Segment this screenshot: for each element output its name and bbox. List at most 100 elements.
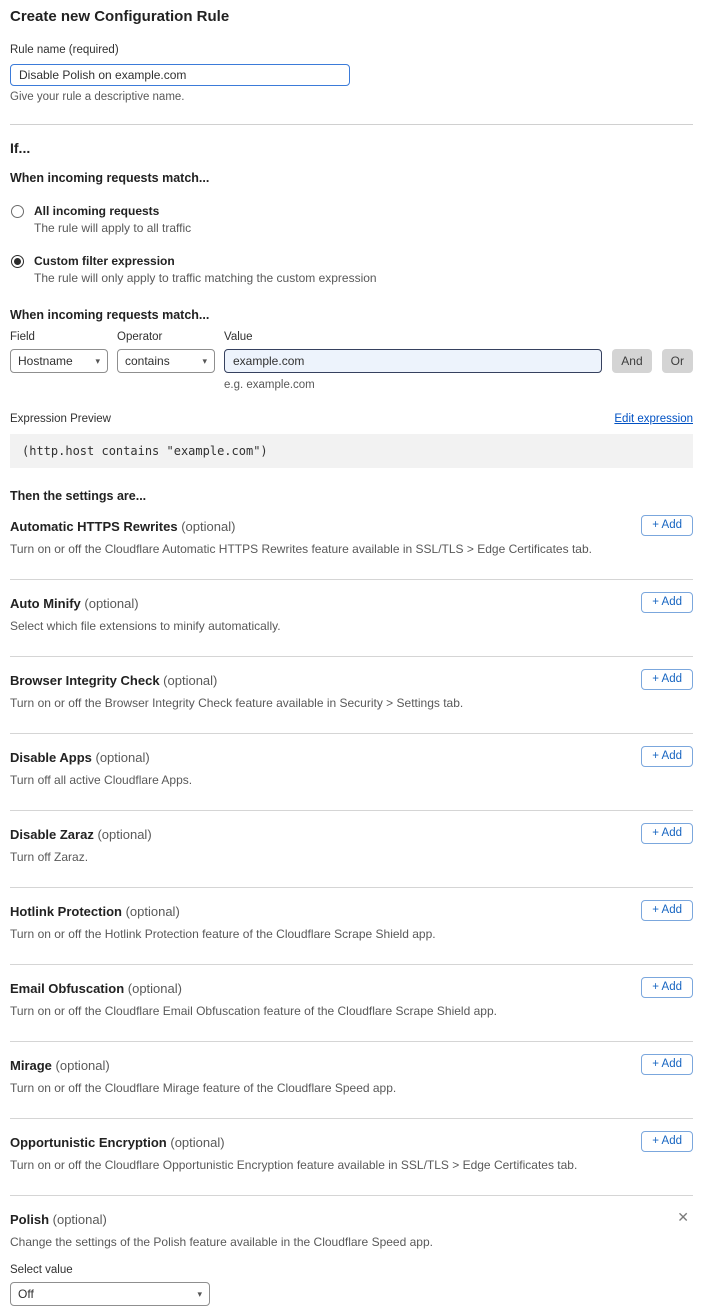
rule-name-section: Rule name (required) Give your rule a de…: [10, 40, 693, 103]
radio-button-icon[interactable]: [11, 255, 24, 268]
setting-title: Mirage (optional): [10, 1058, 693, 1073]
add-setting-button[interactable]: + Add: [641, 515, 693, 536]
section-divider: [10, 124, 693, 125]
setting-optional-tag: (optional): [126, 904, 180, 919]
radio-button-icon[interactable]: [11, 205, 24, 218]
setting-description: Select which file extensions to minify a…: [10, 619, 693, 633]
setting-title: Disable Zaraz (optional): [10, 827, 693, 842]
or-button[interactable]: Or: [662, 349, 693, 373]
setting-row: Disable Zaraz (optional) Turn off Zaraz.…: [10, 811, 693, 888]
setting-name: Hotlink Protection: [10, 904, 122, 919]
setting-title: Browser Integrity Check (optional): [10, 673, 693, 688]
setting-title: Hotlink Protection (optional): [10, 904, 693, 919]
setting-row: Browser Integrity Check (optional) Turn …: [10, 657, 693, 734]
add-setting-button[interactable]: + Add: [641, 1054, 693, 1075]
setting-row: Auto Minify (optional) Select which file…: [10, 580, 693, 657]
setting-title: Automatic HTTPS Rewrites (optional): [10, 519, 693, 534]
rule-name-input[interactable]: [10, 64, 350, 86]
field-select-value: Hostname: [18, 354, 73, 368]
close-icon[interactable]: ✕: [677, 1210, 689, 1224]
setting-name: Disable Apps: [10, 750, 92, 765]
chevron-down-icon: ▾: [197, 1289, 202, 1300]
setting-optional-tag: (optional): [181, 519, 235, 534]
setting-title: Opportunistic Encryption (optional): [10, 1135, 693, 1150]
edit-expression-link[interactable]: Edit expression: [614, 413, 693, 425]
setting-name: Email Obfuscation: [10, 981, 124, 996]
value-input[interactable]: [224, 349, 602, 373]
add-setting-button[interactable]: + Add: [641, 977, 693, 998]
radio-option-all-incoming-requests[interactable]: All incoming requests The rule will appl…: [10, 204, 693, 235]
chevron-down-icon: ▾: [95, 356, 100, 367]
setting-row: Automatic HTTPS Rewrites (optional) Turn…: [10, 503, 693, 580]
setting-description: Turn off all active Cloudflare Apps.: [10, 773, 693, 787]
page-title: Create new Configuration Rule: [10, 8, 693, 25]
radio-description: The rule will only apply to traffic matc…: [34, 271, 377, 285]
expression-preview-code: (http.host contains "example.com"): [10, 434, 693, 468]
polish-value-select[interactable]: Off ▾: [10, 1282, 210, 1306]
setting-row: Opportunistic Encryption (optional) Turn…: [10, 1119, 693, 1196]
value-label: Value: [224, 331, 602, 343]
setting-optional-tag: (optional): [53, 1212, 107, 1227]
setting-optional-tag: (optional): [97, 827, 151, 842]
add-setting-button[interactable]: + Add: [641, 592, 693, 613]
setting-optional-tag: (optional): [84, 596, 138, 611]
if-heading: If...: [10, 140, 693, 156]
setting-name: Browser Integrity Check: [10, 673, 160, 688]
setting-optional-tag: (optional): [170, 1135, 224, 1150]
setting-row: Hotlink Protection (optional) Turn on or…: [10, 888, 693, 965]
expression-builder-heading: When incoming requests match...: [10, 308, 693, 322]
field-select[interactable]: Hostname ▾: [10, 349, 108, 373]
setting-description: Turn on or off the Hotlink Protection fe…: [10, 927, 693, 941]
setting-name: Opportunistic Encryption: [10, 1135, 167, 1150]
setting-row: Email Obfuscation (optional) Turn on or …: [10, 965, 693, 1042]
settings-list: Automatic HTTPS Rewrites (optional) Turn…: [10, 503, 693, 1196]
value-hint: e.g. example.com: [224, 379, 693, 391]
field-label: Field: [10, 331, 108, 343]
operator-label: Operator: [117, 331, 215, 343]
add-setting-button[interactable]: + Add: [641, 900, 693, 921]
setting-row: Disable Apps (optional) Turn off all act…: [10, 734, 693, 811]
setting-optional-tag: (optional): [163, 673, 217, 688]
setting-row-polish: Polish (optional) ✕ Change the settings …: [10, 1196, 693, 1306]
expression-preview-header: Expression Preview Edit expression: [10, 413, 693, 425]
setting-title: Disable Apps (optional): [10, 750, 693, 765]
rule-name-label: Rule name (required): [10, 44, 119, 56]
radio-label: All incoming requests: [34, 204, 191, 218]
setting-title: Auto Minify (optional): [10, 596, 693, 611]
rule-name-help: Give your rule a descriptive name.: [10, 91, 693, 103]
add-setting-button[interactable]: + Add: [641, 823, 693, 844]
setting-name: Polish: [10, 1212, 49, 1227]
setting-name: Disable Zaraz: [10, 827, 94, 842]
setting-optional-tag: (optional): [96, 750, 150, 765]
radio-description: The rule will apply to all traffic: [34, 221, 191, 235]
setting-name: Automatic HTTPS Rewrites: [10, 519, 178, 534]
expression-preview-label: Expression Preview: [10, 413, 111, 425]
setting-optional-tag: (optional): [128, 981, 182, 996]
add-setting-button[interactable]: + Add: [641, 669, 693, 690]
chevron-down-icon: ▾: [202, 356, 207, 367]
setting-name: Auto Minify: [10, 596, 81, 611]
match-heading: When incoming requests match...: [10, 171, 693, 185]
operator-select-value: contains: [125, 354, 170, 368]
setting-optional-tag: (optional): [56, 1058, 110, 1073]
setting-name: Mirage: [10, 1058, 52, 1073]
polish-value-select-value: Off: [18, 1287, 34, 1301]
setting-row: Mirage (optional) Turn on or off the Clo…: [10, 1042, 693, 1119]
operator-select[interactable]: contains ▾: [117, 349, 215, 373]
add-setting-button[interactable]: + Add: [641, 1131, 693, 1152]
setting-description: Turn on or off the Browser Integrity Che…: [10, 696, 693, 710]
and-button[interactable]: And: [612, 349, 651, 373]
setting-description: Turn on or off the Cloudflare Email Obfu…: [10, 1004, 693, 1018]
settings-heading: Then the settings are...: [10, 489, 693, 503]
setting-title: Email Obfuscation (optional): [10, 981, 693, 996]
radio-label: Custom filter expression: [34, 254, 377, 268]
add-setting-button[interactable]: + Add: [641, 746, 693, 767]
radio-option-custom-filter-expression[interactable]: Custom filter expression The rule will o…: [10, 254, 693, 285]
setting-description: Turn on or off the Cloudflare Mirage fea…: [10, 1081, 693, 1095]
create-configuration-rule-page: Create new Configuration Rule Rule name …: [0, 0, 705, 1316]
setting-description: Turn on or off the Cloudflare Opportunis…: [10, 1158, 693, 1172]
expression-builder: Field Hostname ▾ Operator contains ▾ Val…: [10, 331, 693, 391]
setting-description: Turn off Zaraz.: [10, 850, 693, 864]
select-value-label: Select value: [10, 1264, 693, 1276]
setting-description: Change the settings of the Polish featur…: [10, 1235, 693, 1249]
